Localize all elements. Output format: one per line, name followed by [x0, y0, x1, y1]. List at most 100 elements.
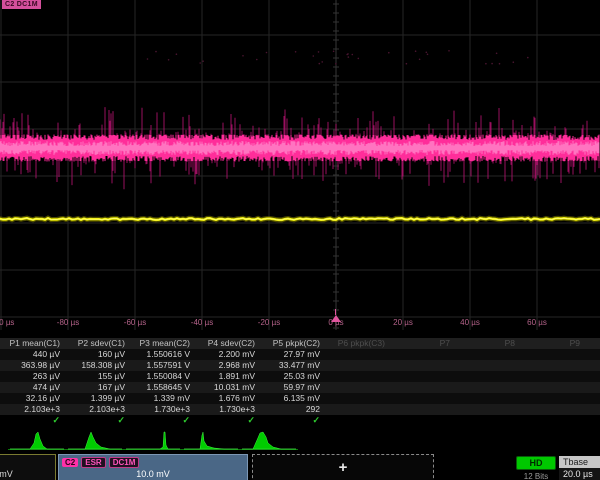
measure-value-cell: [390, 360, 455, 371]
c2-scale-value: 10.0 mV: [59, 469, 247, 479]
measure-column-header[interactable]: P5 pkpk(C2): [260, 338, 325, 349]
time-tick-label: -100 µs: [0, 318, 14, 327]
measure-column-header[interactable]: P9: [520, 338, 585, 349]
time-tick-label: -20 µs: [258, 318, 280, 327]
measure-value-cell: 59.97 mV: [260, 382, 325, 393]
c1-descriptor-header: C1 DC1M: [0, 455, 55, 469]
measure-value-cell: [325, 393, 390, 404]
measure-value-cell: 27.97 mV: [260, 349, 325, 360]
histicon-p2-right-tail[interactable]: [66, 428, 124, 452]
measure-value-cell: 1.730e+3: [195, 404, 260, 415]
tbase-value: 20.0 µs: [559, 468, 600, 480]
c1-scale-value: 10.0 mV: [0, 469, 55, 479]
measure-value-cell: 363.98 µV: [0, 360, 65, 371]
measure-value-cell: 1.558645 V: [130, 382, 195, 393]
table-row: 32.16 µV1.399 µV1.339 mV1.676 mV6.135 mV: [0, 393, 600, 404]
status-check-icon: ✓: [130, 415, 195, 426]
measure-value-cell: 1.550084 V: [130, 371, 195, 382]
time-tick-label: -40 µs: [191, 318, 213, 327]
measure-column-header[interactable]: P7: [390, 338, 455, 349]
histicon-p5-broad-peak[interactable]: [240, 428, 298, 452]
measure-value-cell: [520, 360, 585, 371]
measure-value-cell: 2.968 mV: [195, 360, 260, 371]
measure-value-cell: [455, 382, 520, 393]
oscilloscope-display: C2 DC1M -100 µs-80 µs-60 µs-40 µs-20 µs0…: [0, 0, 600, 480]
measurement-histicons: [0, 428, 600, 452]
measure-value-cell: 33.477 mV: [260, 360, 325, 371]
status-check-icon: ✓: [195, 415, 260, 426]
measure-value-cell: 25.03 mV: [260, 371, 325, 382]
measure-value-cell: 474 µV: [0, 382, 65, 393]
measure-value-cell: [520, 404, 585, 415]
measure-value-cell: 6.135 mV: [260, 393, 325, 404]
measure-column-header[interactable]: P4 sdev(C2): [195, 338, 260, 349]
channel-c2-descriptor[interactable]: C2 ESR DC1M 10.0 mV: [58, 454, 248, 480]
measure-value-cell: 167 µV: [65, 382, 130, 393]
time-tick-label: 40 µs: [460, 318, 480, 327]
measure-value-cell: [455, 349, 520, 360]
measure-column-header[interactable]: P1 mean(C1): [0, 338, 65, 349]
table-row: 263 µV155 µV1.550084 V1.891 mV25.03 mV: [0, 371, 600, 382]
measure-value-cell: 2.103e+3: [0, 404, 65, 415]
add-trace-button[interactable]: +: [252, 454, 434, 480]
measure-value-cell: [325, 382, 390, 393]
timebase-descriptor[interactable]: Tbase 20.0 µs: [559, 456, 600, 480]
measure-column-header[interactable]: P10: [585, 338, 600, 349]
trigger-position-marker[interactable]: [331, 315, 341, 322]
measure-value-cell: 292: [260, 404, 325, 415]
measure-value-cell: 1.550616 V: [130, 349, 195, 360]
time-tick-label: -80 µs: [57, 318, 79, 327]
measure-value-cell: 32.16 µV: [0, 393, 65, 404]
measure-value-cell: [520, 349, 585, 360]
time-axis-labels: -100 µs-80 µs-60 µs-40 µs-20 µs0 µs20 µs…: [0, 318, 600, 330]
channel-c1-descriptor[interactable]: C1 DC1M 10.0 mV: [0, 454, 56, 480]
table-row: 474 µV167 µV1.558645 V10.031 mV59.97 mV: [0, 382, 600, 393]
waveform-grid-area[interactable]: C2 DC1M -100 µs-80 µs-60 µs-40 µs-20 µs0…: [0, 0, 600, 336]
measure-value-cell: 440 µV: [0, 349, 65, 360]
measure-value-cell: [455, 393, 520, 404]
measure-value-cell: [325, 360, 390, 371]
c2-mode-badge: ESR: [81, 457, 105, 468]
measure-value-cell: [520, 382, 585, 393]
histicon-p1-bell[interactable]: [8, 428, 66, 452]
status-check-icon: ✓: [0, 415, 65, 426]
measure-column-header[interactable]: P3 mean(C2): [130, 338, 195, 349]
measure-value-cell: [585, 371, 600, 382]
table-row: 363.98 µV158.308 µV1.557591 V2.968 mV33.…: [0, 360, 600, 371]
time-tick-label: 60 µs: [527, 318, 547, 327]
measure-value-cell: [455, 371, 520, 382]
descriptor-bar: C1 DC1M 10.0 mV C2 ESR DC1M 10.0 mV + HD…: [0, 454, 600, 480]
hd-mode-indicator[interactable]: HD 12 Bits: [516, 456, 556, 480]
measure-value-cell: [325, 371, 390, 382]
measure-value-cell: [520, 393, 585, 404]
hd-bits-label: 12 Bits: [516, 472, 556, 480]
time-tick-label: -60 µs: [124, 318, 146, 327]
measure-value-cell: 1.730e+3: [130, 404, 195, 415]
histicon-p3-narrow-spike[interactable]: [124, 428, 182, 452]
measure-value-cell: [455, 404, 520, 415]
measure-value-cell: 1.399 µV: [65, 393, 130, 404]
plus-icon: +: [253, 455, 433, 480]
table-row: ✓✓✓✓✓: [0, 415, 600, 426]
histicon-p4-spike-tail[interactable]: [182, 428, 240, 452]
measure-value-cell: [390, 393, 455, 404]
measure-value-cell: [585, 349, 600, 360]
active-trace-badge[interactable]: C2 DC1M: [2, 0, 41, 9]
measure-column-header[interactable]: P6 pkpk(C3): [325, 338, 390, 349]
measure-value-cell: 158.308 µV: [65, 360, 130, 371]
status-check-icon: ✓: [260, 415, 325, 426]
measure-value-cell: [585, 360, 600, 371]
measure-value-cell: 1.557591 V: [130, 360, 195, 371]
measure-value-cell: [390, 349, 455, 360]
tbase-label: Tbase: [559, 456, 600, 468]
hd-badge: HD: [516, 456, 556, 470]
measure-value-cell: [390, 371, 455, 382]
measure-value-cell: [520, 371, 585, 382]
measure-column-header[interactable]: P8: [455, 338, 520, 349]
measure-value-cell: [455, 360, 520, 371]
measure-value-cell: [390, 382, 455, 393]
measure-value-cell: 1.339 mV: [130, 393, 195, 404]
measure-column-header[interactable]: P2 sdev(C1): [65, 338, 130, 349]
measure-value-cell: [585, 393, 600, 404]
measure-value-cell: [585, 382, 600, 393]
